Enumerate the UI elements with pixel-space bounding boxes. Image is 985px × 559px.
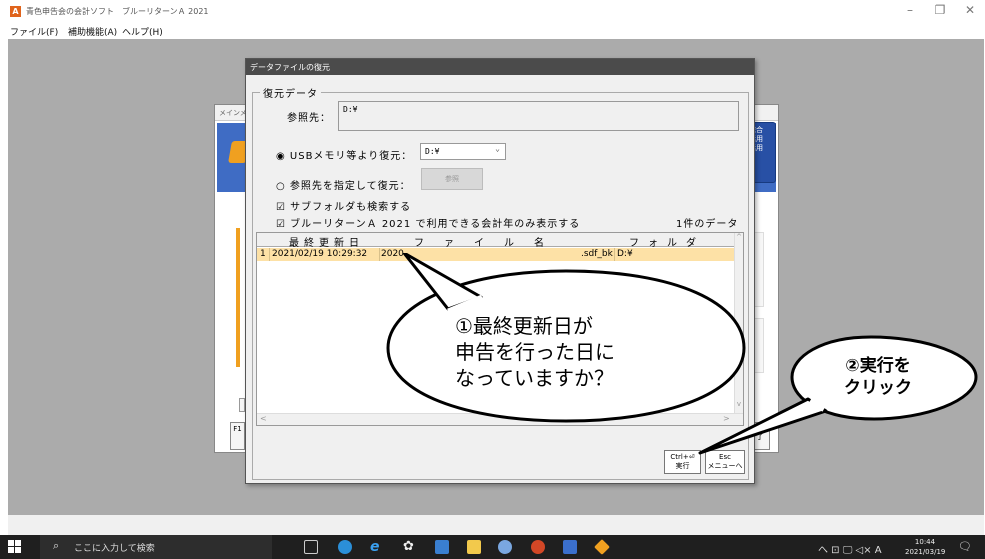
execute-label: 実行 bbox=[675, 462, 690, 470]
close-button[interactable]: ✕ bbox=[960, 3, 980, 17]
checkbox-subfolder[interactable]: ☑ サブフォルダも検索する bbox=[276, 198, 411, 213]
search-placeholder: ここに入力して検索 bbox=[74, 544, 155, 554]
data-count: 1件のデータ bbox=[676, 219, 739, 230]
table-header: 最終更新日 ファイル名 フォルダ bbox=[257, 233, 734, 249]
app-globe-icon[interactable] bbox=[498, 540, 512, 554]
callout-1-text: ①最終更新日が 申告を行った日に なっていますか？ bbox=[455, 314, 615, 390]
menu-return-label: メニューへ bbox=[707, 462, 743, 470]
usb-drive-value: D:¥ bbox=[425, 147, 440, 156]
row-number: 1 bbox=[260, 249, 266, 259]
callout-2-text: ②実行を クリック bbox=[844, 356, 912, 398]
dialog-title: データファイルの復元 bbox=[246, 59, 754, 75]
menu-help[interactable]: ヘルプ(H) bbox=[122, 25, 163, 38]
store-icon[interactable] bbox=[435, 540, 449, 554]
group-label: 復元データ bbox=[260, 85, 321, 100]
column-header-folder: フォルダ bbox=[629, 238, 705, 249]
radio-reference[interactable]: ○ 参照先を指定して復元： bbox=[276, 177, 411, 192]
search-icon: ⌕ bbox=[53, 539, 60, 552]
window-title: 青色申告会の会計ソフト ブルーリターンＡ 2021 bbox=[26, 7, 209, 16]
system-tray[interactable]: へ ⊡ 🖵 ◁× A bbox=[818, 535, 882, 559]
column-header-date: 最終更新日 bbox=[289, 238, 364, 249]
reference-label: 参照先： bbox=[287, 113, 331, 124]
blue-return-icon[interactable] bbox=[563, 540, 577, 554]
menu-bar: ファイル(F) 補助機能(A) ヘルプ(H) bbox=[0, 22, 985, 39]
clock-time: 10:44 bbox=[914, 538, 936, 546]
accounting-app-icon[interactable] bbox=[594, 539, 610, 555]
status-area bbox=[8, 515, 984, 535]
clock-date: 2021/03/19 bbox=[905, 548, 946, 556]
scroll-left-icon[interactable]: < bbox=[260, 414, 267, 423]
ie-icon[interactable]: e bbox=[370, 540, 384, 554]
usb-drive-select[interactable]: D:¥ ⌄ bbox=[420, 143, 506, 160]
minimize-button[interactable]: – bbox=[900, 3, 920, 17]
powerpoint-icon[interactable] bbox=[531, 540, 545, 554]
title-bar: A 青色申告会の会計ソフト ブルーリターンＡ 2021 – ❐ ✕ bbox=[0, 0, 985, 22]
reference-field[interactable]: D:¥ bbox=[338, 101, 739, 131]
taskbar: ⌕ ここに入力して検索 e ✿ へ ⊡ 🖵 ◁× A 10:44 2021/03… bbox=[0, 535, 985, 559]
taskbar-search[interactable]: ⌕ ここに入力して検索 bbox=[40, 535, 272, 559]
edge-icon[interactable] bbox=[338, 540, 352, 554]
f1-button[interactable]: F1 bbox=[230, 422, 245, 450]
app-icon: A bbox=[10, 6, 21, 17]
file-explorer-icon[interactable] bbox=[467, 540, 481, 554]
menu-tools[interactable]: 補助機能(A) bbox=[68, 25, 117, 38]
radio-usb[interactable]: ◉ USBメモリ等より復元： bbox=[276, 147, 412, 162]
browse-button[interactable]: 参照 bbox=[421, 168, 483, 190]
column-header-filename: ファイル名 bbox=[414, 238, 564, 249]
main-menu-header: メインメ bbox=[219, 109, 247, 117]
chevron-down-icon: ⌄ bbox=[495, 144, 500, 153]
cell-date: 2021/02/19 10:29:32 bbox=[272, 249, 368, 259]
accent-bar bbox=[236, 228, 240, 367]
notification-icon[interactable]: 🗨 bbox=[958, 540, 972, 553]
windows-start-icon[interactable] bbox=[8, 540, 22, 554]
clock[interactable]: 10:44 2021/03/19 bbox=[905, 537, 945, 557]
checkbox-year-filter[interactable]: ☑ ブルーリターンＡ 2021 で利用できる会計年のみ表示する bbox=[276, 215, 580, 230]
execute-shortcut: Ctrl+⏎ bbox=[670, 453, 695, 461]
menu-file[interactable]: ファイル(F) bbox=[10, 25, 58, 38]
scroll-up-icon[interactable]: ^ bbox=[735, 233, 743, 241]
task-view-icon[interactable] bbox=[304, 540, 318, 554]
settings-gear-icon[interactable]: ✿ bbox=[403, 540, 417, 554]
maximize-button[interactable]: ❐ bbox=[930, 3, 950, 17]
